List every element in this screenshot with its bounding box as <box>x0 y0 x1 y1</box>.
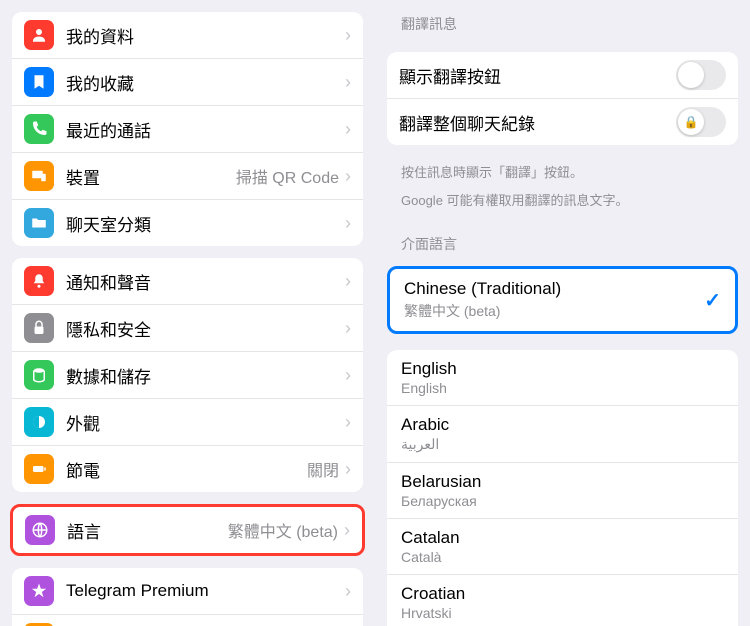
chevron-right-icon: › <box>345 213 351 234</box>
settings-row-g1-1[interactable]: 我的收藏› <box>12 59 363 106</box>
row-value: 關閉 <box>307 457 339 481</box>
chevron-right-icon: › <box>345 365 351 386</box>
chevron-right-icon: › <box>345 412 351 433</box>
language-option[interactable]: BelarusianБеларуская <box>387 463 738 519</box>
bell-icon <box>24 266 54 296</box>
settings-row-g2-4[interactable]: 節電關閉 › <box>12 446 363 492</box>
language-option[interactable]: Arabicالعربية <box>387 406 738 463</box>
settings-group-premium: Telegram Premium›我的星星›Telegram 企業新› <box>12 568 363 626</box>
language-row-highlighted: 語言繁體中文 (beta) › <box>10 504 365 556</box>
checkmark-icon: ✓ <box>704 288 721 313</box>
chevron-right-icon: › <box>345 271 351 292</box>
language-title: Catalan <box>401 528 724 548</box>
lock-icon <box>24 313 54 343</box>
language-option[interactable]: EnglishEnglish <box>387 350 738 406</box>
settings-row-g2-3[interactable]: 外觀› <box>12 399 363 446</box>
row-label: 通知和聲音 <box>66 269 345 294</box>
row-label: 翻譯整個聊天紀錄 <box>399 110 676 135</box>
row-value: 繁體中文 (beta) <box>228 518 338 542</box>
row-label: 外觀 <box>66 410 345 435</box>
chevron-right-icon: › <box>344 520 350 541</box>
settings-group-general: 通知和聲音›隱私和安全›數據和儲存›外觀›節電關閉› <box>12 258 363 492</box>
language-title: English <box>401 359 724 379</box>
language-title: Arabic <box>401 415 724 435</box>
row-label: 裝置 <box>66 164 236 189</box>
selected-language-sub: 繁體中文 (beta) <box>404 301 704 321</box>
settings-row-g1-3[interactable]: 裝置掃描 QR Code › <box>12 153 363 200</box>
chevron-right-icon: › <box>345 581 351 602</box>
row-value: 掃描 QR Code <box>236 164 339 188</box>
row-label: 語言 <box>67 518 228 543</box>
language-native: Català <box>401 549 724 565</box>
language-option[interactable]: CroatianHrvatski <box>387 575 738 626</box>
row-label: 聊天室分類 <box>66 211 345 236</box>
settings-row-g2-0[interactable]: 通知和聲音› <box>12 258 363 305</box>
settings-row-language[interactable]: 語言繁體中文 (beta) › <box>13 507 362 553</box>
row-label: 我的收藏 <box>66 70 345 95</box>
settings-left-pane: 我的資料›我的收藏›最近的通話›裝置掃描 QR Code›聊天室分類› 通知和聲… <box>0 0 375 626</box>
bookmark-icon <box>24 67 54 97</box>
lock-icon: 🔒 <box>684 115 699 129</box>
settings-row-g2-2[interactable]: 數據和儲存› <box>12 352 363 399</box>
translate-row-1[interactable]: 翻譯整個聊天紀錄 🔒 <box>387 99 738 145</box>
row-label: 顯示翻譯按鈕 <box>399 63 676 88</box>
star-icon <box>24 576 54 606</box>
row-label: 隱私和安全 <box>66 316 345 341</box>
language-list: EnglishEnglishArabicالعربيةBelarusianБел… <box>387 350 738 626</box>
selected-language-title: Chinese (Traditional) <box>404 279 704 299</box>
settings-right-pane: 翻譯訊息 顯示翻譯按鈕翻譯整個聊天紀錄 🔒 按住訊息時顯示「翻譯」按鈕。 Goog… <box>375 0 750 626</box>
data-icon <box>24 360 54 390</box>
selected-language-row[interactable]: Chinese (Traditional) 繁體中文 (beta) ✓ <box>387 266 738 334</box>
chevron-right-icon: › <box>345 25 351 46</box>
settings-group-profile: 我的資料›我的收藏›最近的通話›裝置掃描 QR Code›聊天室分類› <box>12 12 363 246</box>
settings-row-g3-1[interactable]: 我的星星› <box>12 615 363 626</box>
chevron-right-icon: › <box>345 119 351 140</box>
toggle-switch[interactable]: 🔒 <box>676 107 726 137</box>
language-native: العربية <box>401 436 724 453</box>
row-label: Telegram Premium <box>66 581 345 601</box>
row-label: 數據和儲存 <box>66 363 345 388</box>
language-native: Hrvatski <box>401 605 724 621</box>
person-icon <box>24 20 54 50</box>
chevron-right-icon: › <box>345 318 351 339</box>
settings-row-g3-0[interactable]: Telegram Premium› <box>12 568 363 615</box>
chevron-right-icon: › <box>345 459 351 480</box>
settings-row-g1-0[interactable]: 我的資料› <box>12 12 363 59</box>
devices-icon <box>24 161 54 191</box>
chevron-right-icon: › <box>345 72 351 93</box>
section-header-interface-language: 介面語言 <box>387 220 738 260</box>
row-label: 我的資料 <box>66 23 345 48</box>
battery-icon <box>24 454 54 484</box>
language-native: English <box>401 380 724 396</box>
settings-row-g1-4[interactable]: 聊天室分類› <box>12 200 363 246</box>
appearance-icon <box>24 407 54 437</box>
settings-row-g2-1[interactable]: 隱私和安全› <box>12 305 363 352</box>
translate-row-0[interactable]: 顯示翻譯按鈕 <box>387 52 738 99</box>
language-title: Belarusian <box>401 472 724 492</box>
row-label: 最近的通話 <box>66 117 345 142</box>
settings-row-g1-2[interactable]: 最近的通話› <box>12 106 363 153</box>
chevron-right-icon: › <box>345 166 351 187</box>
row-label: 節電 <box>66 457 307 482</box>
section-header-translate: 翻譯訊息 <box>387 0 738 40</box>
toggle-switch[interactable] <box>676 60 726 90</box>
phone-icon <box>24 114 54 144</box>
folder-icon <box>24 208 54 238</box>
language-option[interactable]: CatalanCatalà <box>387 519 738 575</box>
translate-group: 顯示翻譯按鈕翻譯整個聊天紀錄 🔒 <box>387 52 738 145</box>
globe-icon <box>25 515 55 545</box>
language-native: Беларуская <box>401 493 724 509</box>
language-title: Croatian <box>401 584 724 604</box>
translate-footnote: 按住訊息時顯示「翻譯」按鈕。 Google 可能有權取用翻譯的訊息文字。 <box>387 157 738 220</box>
